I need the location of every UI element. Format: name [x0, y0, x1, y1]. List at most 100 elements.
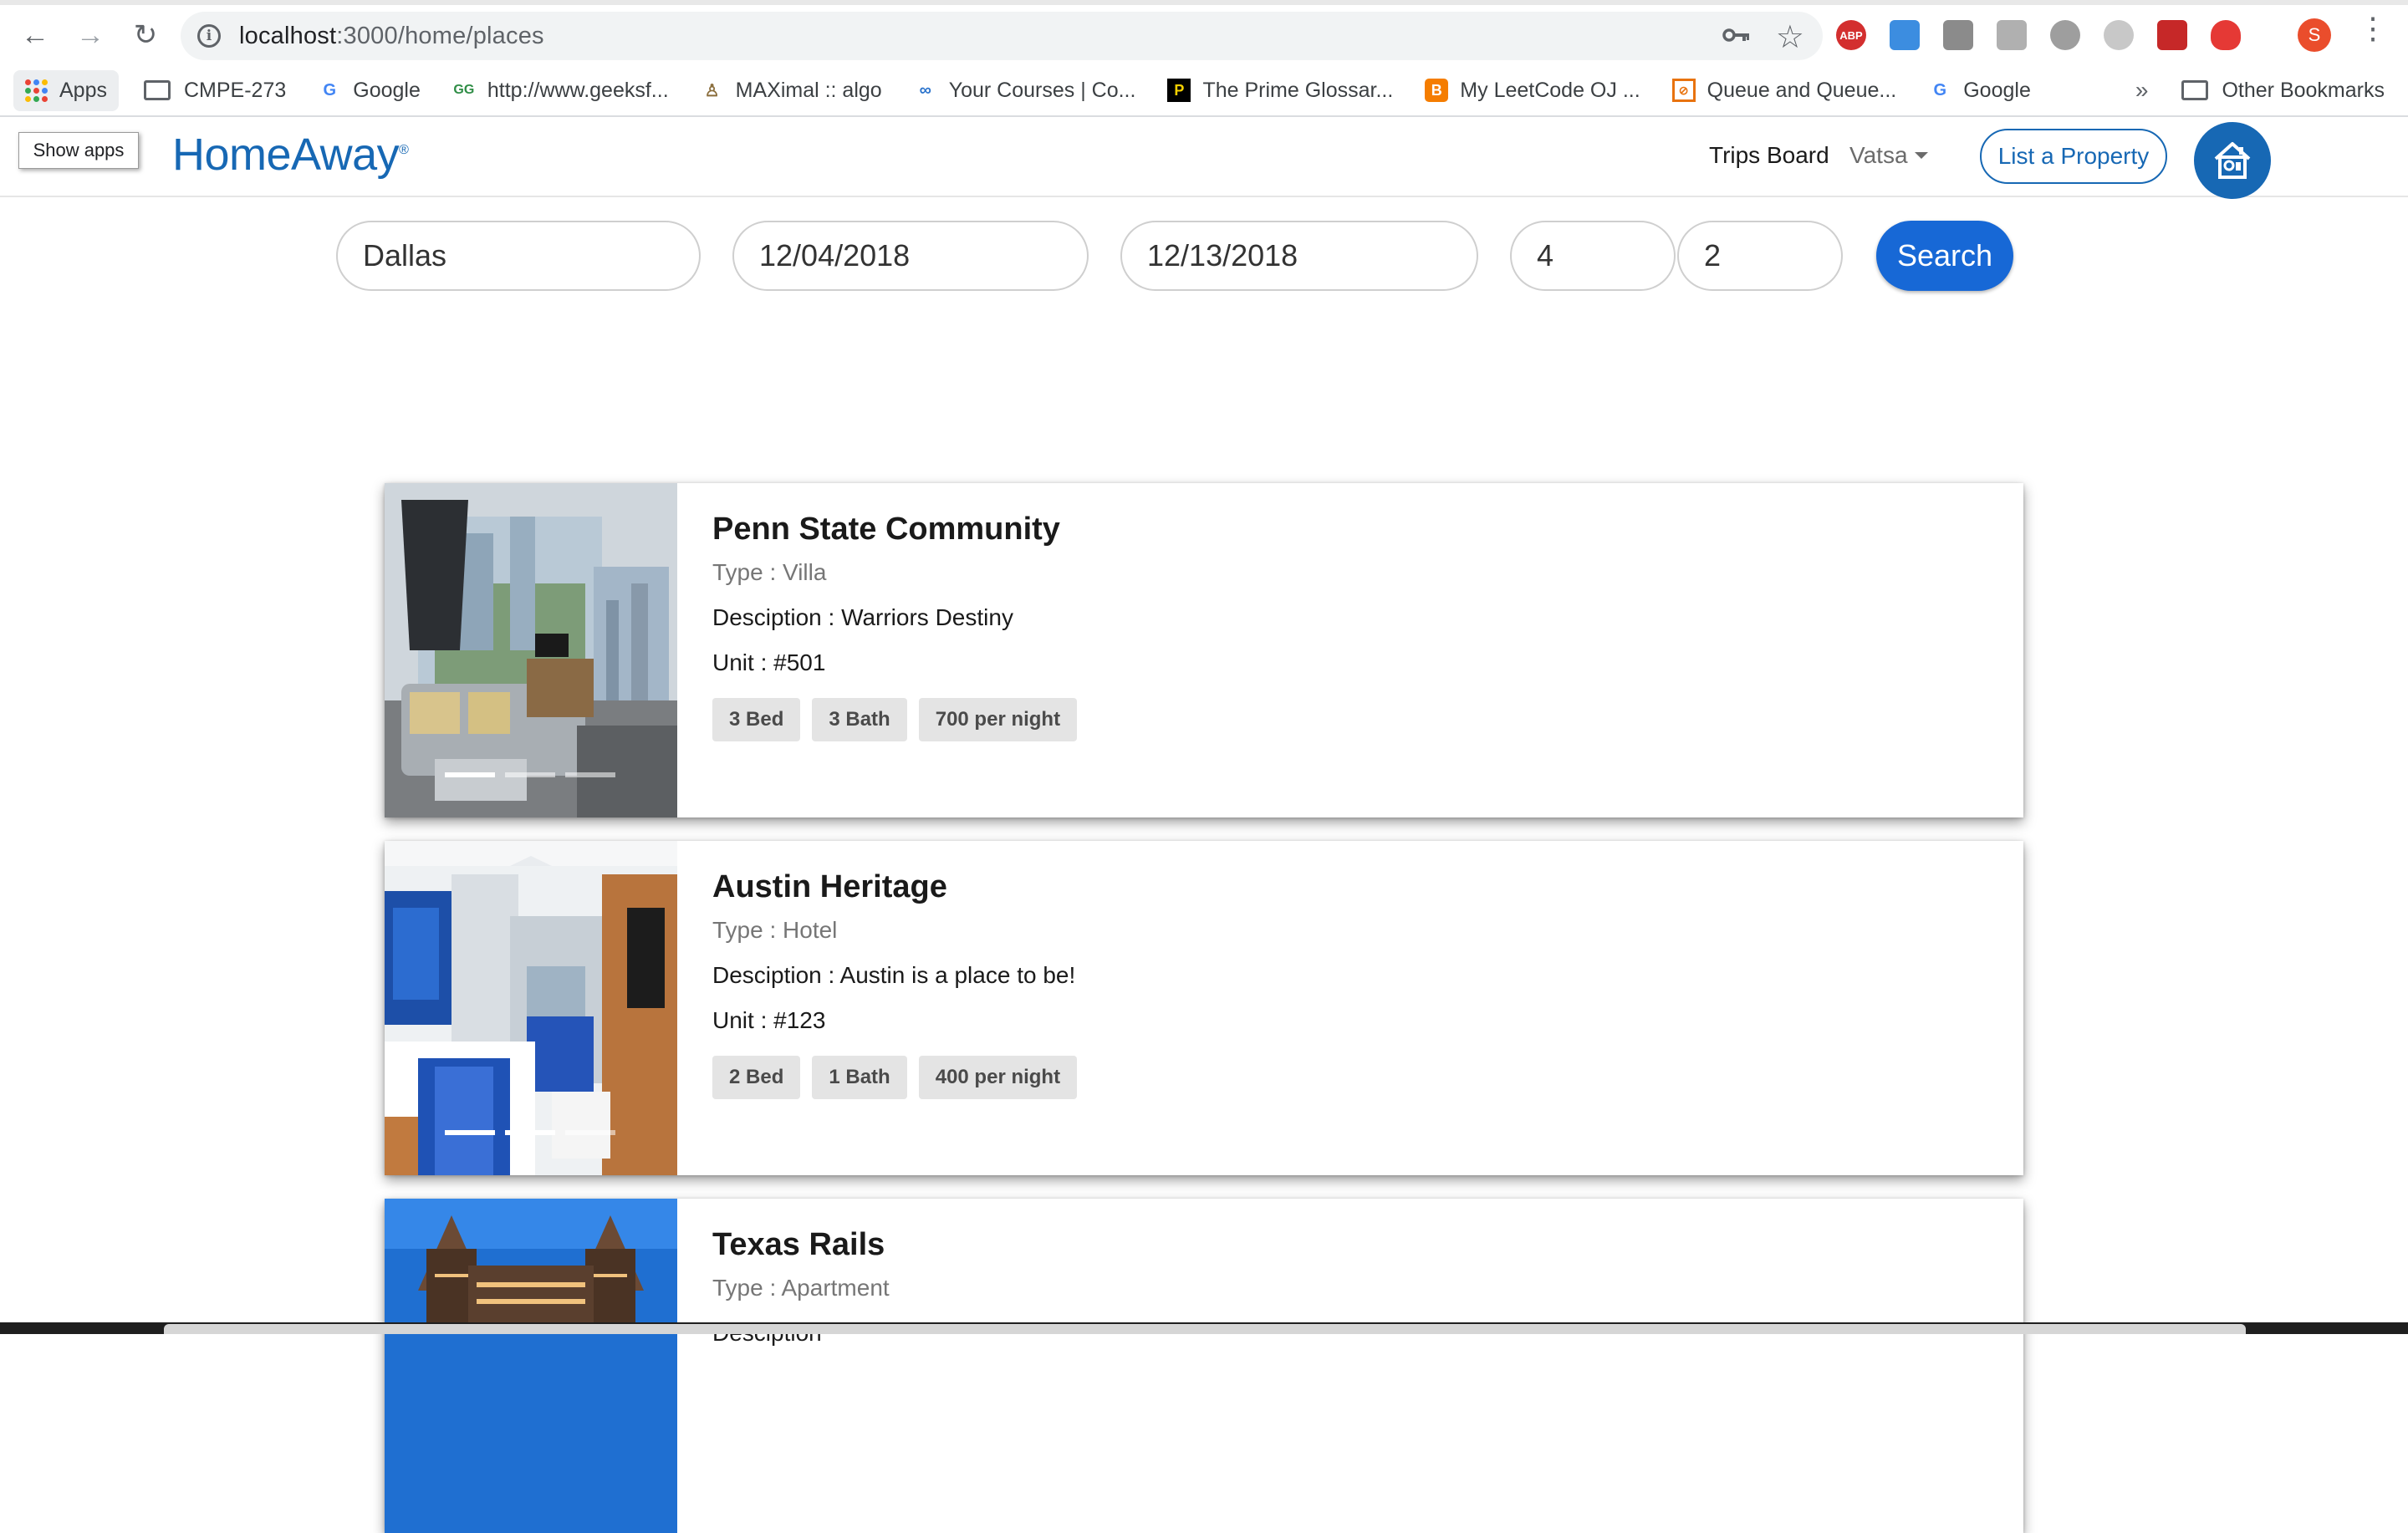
window-bottom-edge [0, 1322, 2408, 1334]
forward-arrow-icon[interactable]: → [69, 13, 112, 57]
search-button[interactable]: Search [1876, 221, 2013, 291]
carousel-indicators[interactable] [445, 1130, 625, 1135]
extension-circle-icon[interactable] [2050, 20, 2080, 50]
geeksforgeeks-icon: GG [453, 83, 475, 97]
listing-card[interactable]: Texas Rails Type : Apartment Desciption [385, 1199, 2023, 1533]
address-url[interactable]: localhost:3000/home/places [239, 23, 544, 50]
folder-icon [2181, 80, 2209, 100]
bookmark-label: Apps [59, 78, 107, 102]
baths-badge: 3 Bath [812, 698, 907, 741]
bookmark-coursera[interactable]: ∞ Your Courses | Co... [914, 79, 1136, 103]
bookmark-label: The Prime Glossar... [1202, 78, 1394, 102]
bookmark-geeksforgeeks[interactable]: GG http://www.geeksf... [452, 78, 669, 103]
logo-text: HomeAway [172, 130, 400, 180]
end-date-input[interactable]: 12/13/2018 [1120, 221, 1478, 291]
listing-photo[interactable] [385, 1199, 677, 1533]
extension-blue-icon[interactable] [1890, 20, 1920, 50]
listing-title[interactable]: Penn State Community [712, 512, 1089, 548]
bookmarks-bar: Apps CMPE-273 G Google GG http://www.gee… [0, 65, 2408, 117]
extension-red-icon[interactable] [2157, 20, 2187, 50]
address-bar[interactable]: i localhost:3000/home/places ☆ [181, 12, 1823, 60]
listing-title[interactable]: Texas Rails [712, 1227, 890, 1263]
bookmark-label: Google [353, 78, 421, 102]
bookmark-label: MAXimal :: algo [735, 78, 882, 102]
bookmark-label: http://www.geeksf... [487, 78, 669, 102]
extension-shield-icon[interactable] [2211, 20, 2241, 50]
extension-gray-icon[interactable] [1943, 20, 1973, 50]
bookmark-other[interactable]: Other Bookmarks [2181, 79, 2385, 103]
listing-details: Austin Heritage Type : Hotel Desciption … [677, 841, 1089, 1175]
bookmark-cmpe273[interactable]: CMPE-273 [143, 78, 287, 103]
listing-type: Type : Apartment [712, 1275, 890, 1301]
bookmark-google-1[interactable]: G Google [318, 78, 421, 103]
extensions-bar: ABP [1836, 17, 2264, 53]
list-property-button[interactable]: List a Property [1980, 129, 2167, 184]
bookmark-prime-glossary[interactable]: P The Prime Glossar... [1167, 79, 1393, 103]
homeaway-logo[interactable]: HomeAway® [172, 129, 409, 181]
bookmark-label: Other Bookmarks [2222, 78, 2385, 102]
key-icon[interactable] [1722, 22, 1751, 50]
queue-icon: ⊘ [1671, 79, 1696, 102]
folder-icon [143, 80, 171, 100]
listing-photo[interactable] [385, 483, 677, 817]
guests-input[interactable]: 4 [1510, 221, 1676, 291]
profile-avatar[interactable]: S [2298, 18, 2331, 52]
bookmark-star-icon[interactable]: ☆ [1776, 18, 1804, 56]
birdhouse-icon[interactable] [2194, 122, 2271, 199]
beds-badge: 2 Bed [712, 1056, 801, 1099]
listing-title[interactable]: Austin Heritage [712, 869, 1089, 905]
google-icon: G [1933, 80, 1947, 99]
listing-description: Desciption : Warriors Destiny [712, 604, 1013, 630]
bookmark-label: Queue and Queue... [1707, 78, 1897, 102]
listing-photo[interactable] [385, 841, 677, 1175]
extension-doc-icon[interactable] [1997, 20, 2027, 50]
bookmarks-overflow-icon[interactable]: » [2135, 77, 2149, 104]
user-name: Vatsa [1849, 142, 1908, 168]
caret-down-icon [1914, 152, 1928, 159]
bookmark-queue[interactable]: ⊘ Queue and Queue... [1671, 78, 1897, 103]
listing-type: Type : Hotel [712, 917, 838, 943]
baths-badge: 1 Bath [812, 1056, 907, 1099]
listing-description: Desciption : Austin is a place to be! [712, 962, 1076, 988]
listing-details: Texas Rails Type : Apartment Desciption [677, 1199, 890, 1533]
bookmark-label: Your Courses | Co... [948, 78, 1136, 102]
listing-unit: Unit : #123 [712, 1007, 826, 1033]
price-badge: 400 per night [918, 1056, 1078, 1099]
bookmark-google-2[interactable]: G Google [1928, 78, 2031, 103]
apps-grid-icon [25, 79, 48, 102]
listing-type: Type : Villa [712, 559, 827, 585]
browser-menu-icon[interactable]: ⋮ [2358, 13, 2388, 43]
extension-chat-icon[interactable] [2104, 20, 2134, 50]
reload-icon[interactable]: ↻ [124, 13, 167, 57]
city-input[interactable]: Dallas [336, 221, 701, 291]
search-bar: Dallas 12/04/2018 12/13/2018 4 2 Search [0, 221, 2408, 291]
start-date-input[interactable]: 12/04/2018 [732, 221, 1089, 291]
carousel-indicators[interactable] [445, 772, 625, 777]
listing-tags: 2 Bed 1 Bath 400 per night [712, 1056, 1089, 1099]
bookmark-leetcode[interactable]: B My LeetCode OJ ... [1425, 79, 1640, 103]
bedrooms-input[interactable]: 2 [1677, 221, 1843, 291]
bookmark-label: My LeetCode OJ ... [1460, 78, 1640, 102]
trips-board-link[interactable]: Trips Board [1709, 142, 1829, 169]
user-menu[interactable]: Vatsa [1849, 142, 1928, 169]
listing-unit: Unit : #501 [712, 649, 826, 675]
listing-card[interactable]: Austin Heritage Type : Hotel Desciption … [385, 841, 2023, 1175]
bookmark-apps[interactable]: Apps [13, 69, 119, 111]
bookmark-maximal[interactable]: ♙ MAXimal :: algo [701, 79, 882, 103]
show-apps-tooltip: Show apps [18, 132, 139, 169]
back-arrow-icon[interactable]: ← [13, 13, 57, 57]
maximal-icon: ♙ [704, 81, 720, 100]
price-badge: 700 per night [918, 698, 1078, 741]
listing-tags: 3 Bed 3 Bath 700 per night [712, 698, 1089, 741]
bookmark-label: Google [1963, 78, 2031, 102]
prime-icon: P [1167, 79, 1191, 102]
info-icon[interactable]: i [197, 24, 221, 48]
url-path: :3000/home/places [336, 22, 544, 49]
browser-toolbar: ← → ↻ i localhost:3000/home/places ☆ ABP… [0, 5, 2408, 65]
listing-details: Penn State Community Type : Villa Descip… [677, 483, 1089, 817]
blogger-icon: B [1425, 79, 1449, 102]
site-header: HomeAway® Trips Board Vatsa List a Prope… [0, 117, 2408, 199]
bookmark-label: CMPE-273 [183, 78, 287, 102]
adblock-icon[interactable]: ABP [1836, 20, 1866, 50]
listing-card[interactable]: Penn State Community Type : Villa Descip… [385, 483, 2023, 817]
